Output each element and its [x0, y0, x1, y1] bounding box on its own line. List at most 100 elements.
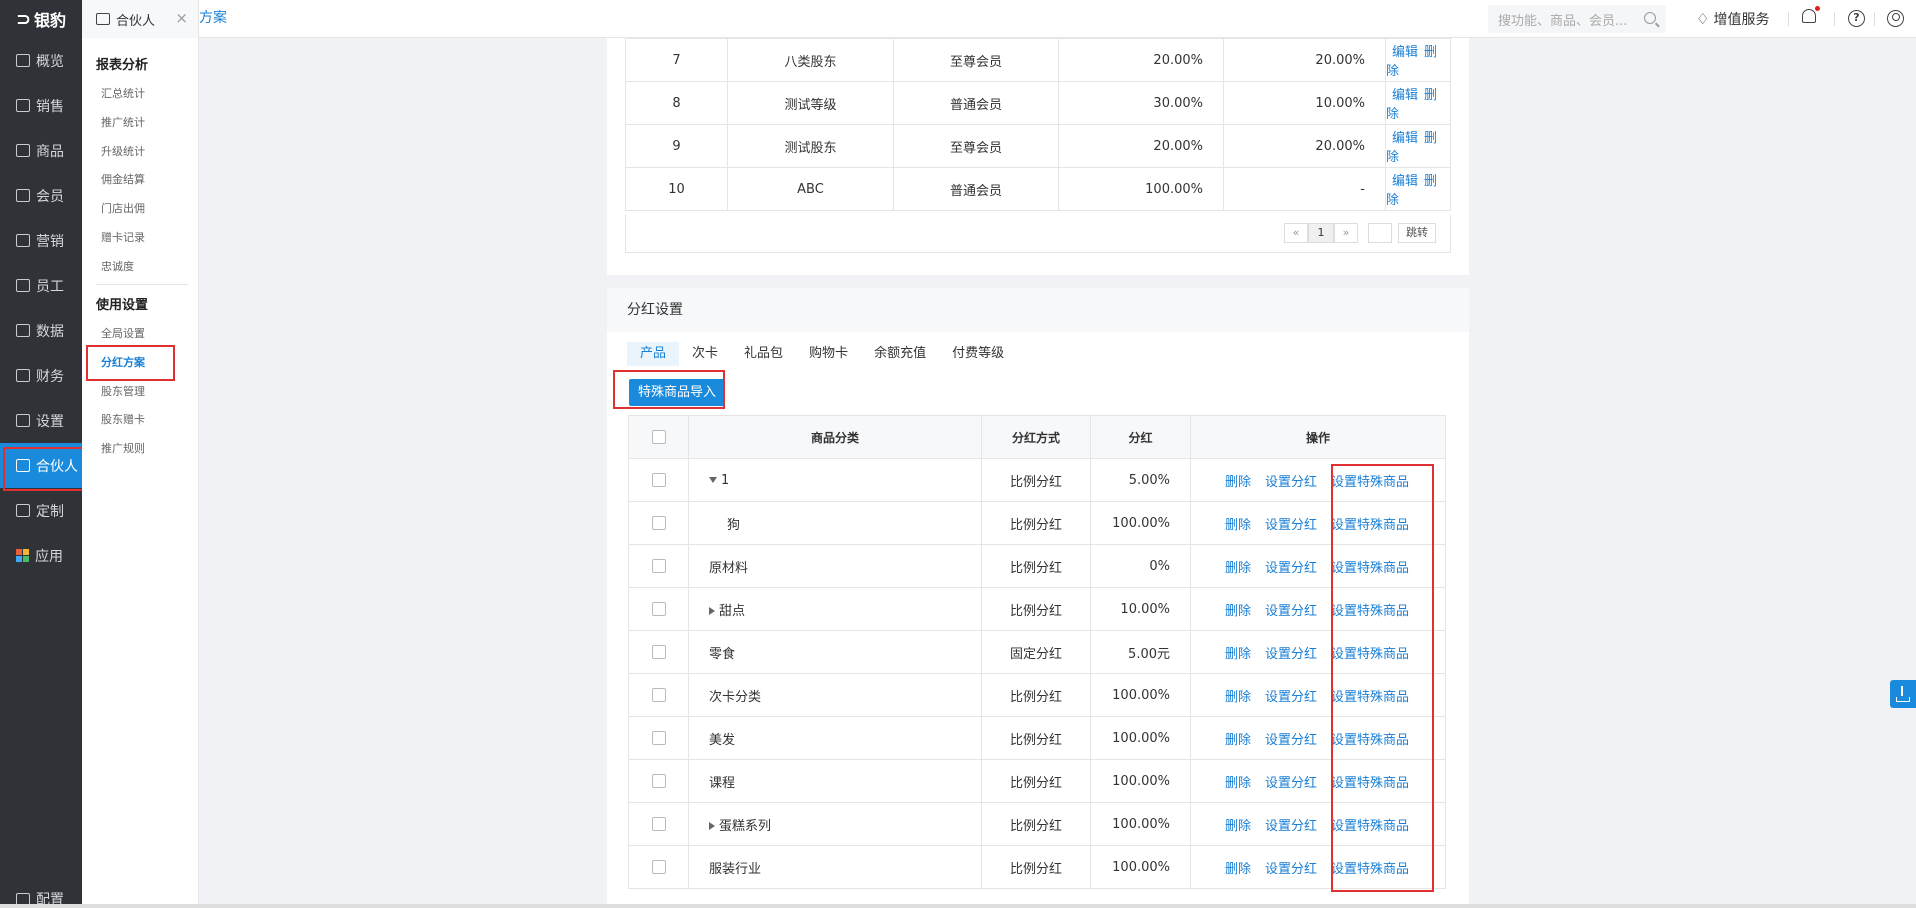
prev-page-button[interactable]: « — [1284, 223, 1308, 243]
close-icon[interactable]: × — [175, 9, 188, 27]
delete-link[interactable]: 删除 — [1225, 475, 1251, 490]
set-dividend-link[interactable]: 设置分红 — [1265, 475, 1317, 490]
set-dividend-link[interactable]: 设置分红 — [1265, 862, 1317, 877]
sidebar-item-goods[interactable]: 商品 — [0, 128, 82, 173]
set-special-goods-link[interactable]: 设置特殊商品 — [1331, 690, 1409, 705]
sidebar-item-data[interactable]: 数据 — [0, 308, 82, 353]
sidebar-item-finance[interactable]: 财务 — [0, 353, 82, 398]
tab-balance-recharge[interactable]: 余额充值 — [861, 342, 939, 366]
cell-category: 课程 — [688, 759, 982, 803]
sidebar-item-custom[interactable]: 定制 — [0, 488, 82, 533]
sub-item-upgrade-stats[interactable]: 升级统计 — [101, 143, 145, 159]
row-checkbox[interactable] — [651, 731, 666, 745]
next-page-button[interactable]: » — [1334, 223, 1358, 243]
tab-times-card[interactable]: 次卡 — [679, 342, 731, 366]
tab-plan[interactable]: 方案 — [199, 0, 227, 38]
set-special-goods-link[interactable]: 设置特殊商品 — [1331, 475, 1409, 490]
sidebar-item-sales[interactable]: 销售 — [0, 83, 82, 128]
tab-product[interactable]: 产品 — [627, 342, 680, 366]
row-checkbox[interactable] — [651, 602, 666, 616]
delete-link[interactable]: 删除 — [1225, 733, 1251, 748]
sub-item-store-commission[interactable]: 门店出佣 — [101, 200, 145, 216]
sidebar-item-overview[interactable]: 概览 — [0, 38, 82, 83]
special-goods-import-button[interactable]: 特殊商品导入 — [629, 379, 725, 406]
row-checkbox[interactable] — [651, 817, 666, 831]
sub-item-summary[interactable]: 汇总统计 — [101, 85, 145, 101]
edit-link[interactable]: 编辑 — [1392, 45, 1418, 60]
sub-item-gift-card-records[interactable]: 赠卡记录 — [101, 229, 145, 245]
set-dividend-link[interactable]: 设置分红 — [1265, 604, 1317, 619]
tab-partner[interactable]: 合伙人 × — [82, 0, 199, 38]
sub-item-global-settings[interactable]: 全局设置 — [101, 325, 145, 341]
edit-link[interactable]: 编辑 — [1392, 174, 1418, 189]
delete-link[interactable]: 删除 — [1225, 604, 1251, 619]
value-added-button[interactable]: ♢ 增值服务 — [1696, 0, 1769, 38]
user-icon[interactable] — [1887, 10, 1904, 27]
set-special-goods-link[interactable]: 设置特殊商品 — [1331, 561, 1409, 576]
sidebar-item-member[interactable]: 会员 — [0, 173, 82, 218]
row-checkbox[interactable] — [651, 559, 666, 573]
tab-shopping-card[interactable]: 购物卡 — [796, 342, 861, 366]
set-dividend-link[interactable]: 设置分红 — [1265, 819, 1317, 834]
edit-link[interactable]: 编辑 — [1392, 131, 1418, 146]
sub-item-dividend-plan[interactable]: 分红方案 — [101, 354, 145, 370]
sub-item-commission[interactable]: 佣金结算 — [101, 171, 145, 187]
sidebar-item-apps[interactable]: 应用 — [0, 533, 82, 578]
set-special-goods-link[interactable]: 设置特殊商品 — [1331, 647, 1409, 662]
set-special-goods-link[interactable]: 设置特殊商品 — [1331, 604, 1409, 619]
sidebar-item-settings[interactable]: 设置 — [0, 398, 82, 443]
row-checkbox[interactable] — [651, 473, 666, 487]
sub-item-shareholder-gift-card[interactable]: 股东赠卡 — [101, 411, 145, 427]
row-checkbox[interactable] — [651, 774, 666, 788]
set-dividend-link[interactable]: 设置分红 — [1265, 561, 1317, 576]
collapse-icon[interactable] — [709, 607, 715, 615]
download-icon[interactable] — [1890, 680, 1916, 708]
set-special-goods-link[interactable]: 设置特殊商品 — [1331, 862, 1409, 877]
set-dividend-link[interactable]: 设置分红 — [1265, 776, 1317, 791]
delete-link[interactable]: 删除 — [1225, 776, 1251, 791]
delete-link[interactable]: 删除 — [1225, 690, 1251, 705]
tab-gift-pack[interactable]: 礼品包 — [731, 342, 796, 366]
delete-link[interactable]: 删除 — [1225, 518, 1251, 533]
bell-icon[interactable] — [1802, 6, 1820, 27]
page-jump-button[interactable]: 跳转 — [1398, 223, 1436, 243]
search-input[interactable]: 搜功能、商品、会员... — [1488, 5, 1666, 33]
sub-item-shareholder-mgmt[interactable]: 股东管理 — [101, 383, 145, 399]
sub-item-promotion-stats[interactable]: 推广统计 — [101, 114, 145, 130]
delete-link[interactable]: 删除 — [1225, 862, 1251, 877]
header-ops: 操作 — [1190, 415, 1446, 459]
set-special-goods-link[interactable]: 设置特殊商品 — [1331, 819, 1409, 834]
set-dividend-link[interactable]: 设置分红 — [1265, 518, 1317, 533]
set-dividend-link[interactable]: 设置分红 — [1265, 690, 1317, 705]
expand-icon[interactable] — [709, 477, 717, 483]
select-all-checkbox[interactable] — [651, 430, 666, 445]
page-jump-input[interactable] — [1368, 223, 1392, 243]
sidebar-item-staff[interactable]: 员工 — [0, 263, 82, 308]
sub-item-loyalty[interactable]: 忠诚度 — [101, 258, 134, 274]
row-checkbox[interactable] — [651, 688, 666, 702]
brand-name: 银豹 — [34, 11, 67, 30]
table-row: 服装行业 比例分红 100.00% 删除 设置分红 设置特殊商品 — [628, 845, 1446, 889]
sidebar-item-partner[interactable]: 合伙人 — [0, 443, 82, 488]
help-icon[interactable]: ? — [1848, 10, 1865, 27]
edit-link[interactable]: 编辑 — [1392, 88, 1418, 103]
collapse-icon[interactable] — [709, 822, 715, 830]
page-number[interactable]: 1 — [1308, 223, 1334, 243]
tab-paid-level[interactable]: 付费等级 — [939, 342, 1017, 366]
brand-logo[interactable]: ⊃ 银豹 — [0, 0, 82, 38]
set-dividend-link[interactable]: 设置分红 — [1265, 647, 1317, 662]
set-dividend-link[interactable]: 设置分红 — [1265, 733, 1317, 748]
row-checkbox[interactable] — [651, 860, 666, 874]
sidebar-item-marketing[interactable]: 营销 — [0, 218, 82, 263]
row-checkbox[interactable] — [651, 516, 666, 530]
row-checkbox[interactable] — [651, 645, 666, 659]
set-special-goods-link[interactable]: 设置特殊商品 — [1331, 776, 1409, 791]
delete-link[interactable]: 删除 — [1225, 819, 1251, 834]
set-special-goods-link[interactable]: 设置特殊商品 — [1331, 518, 1409, 533]
sidebar-item-label: 商品 — [36, 143, 64, 160]
search-icon[interactable] — [1644, 12, 1656, 24]
set-special-goods-link[interactable]: 设置特殊商品 — [1331, 733, 1409, 748]
delete-link[interactable]: 删除 — [1225, 561, 1251, 576]
delete-link[interactable]: 删除 — [1225, 647, 1251, 662]
sub-item-promotion-rules[interactable]: 推广规则 — [101, 440, 145, 456]
